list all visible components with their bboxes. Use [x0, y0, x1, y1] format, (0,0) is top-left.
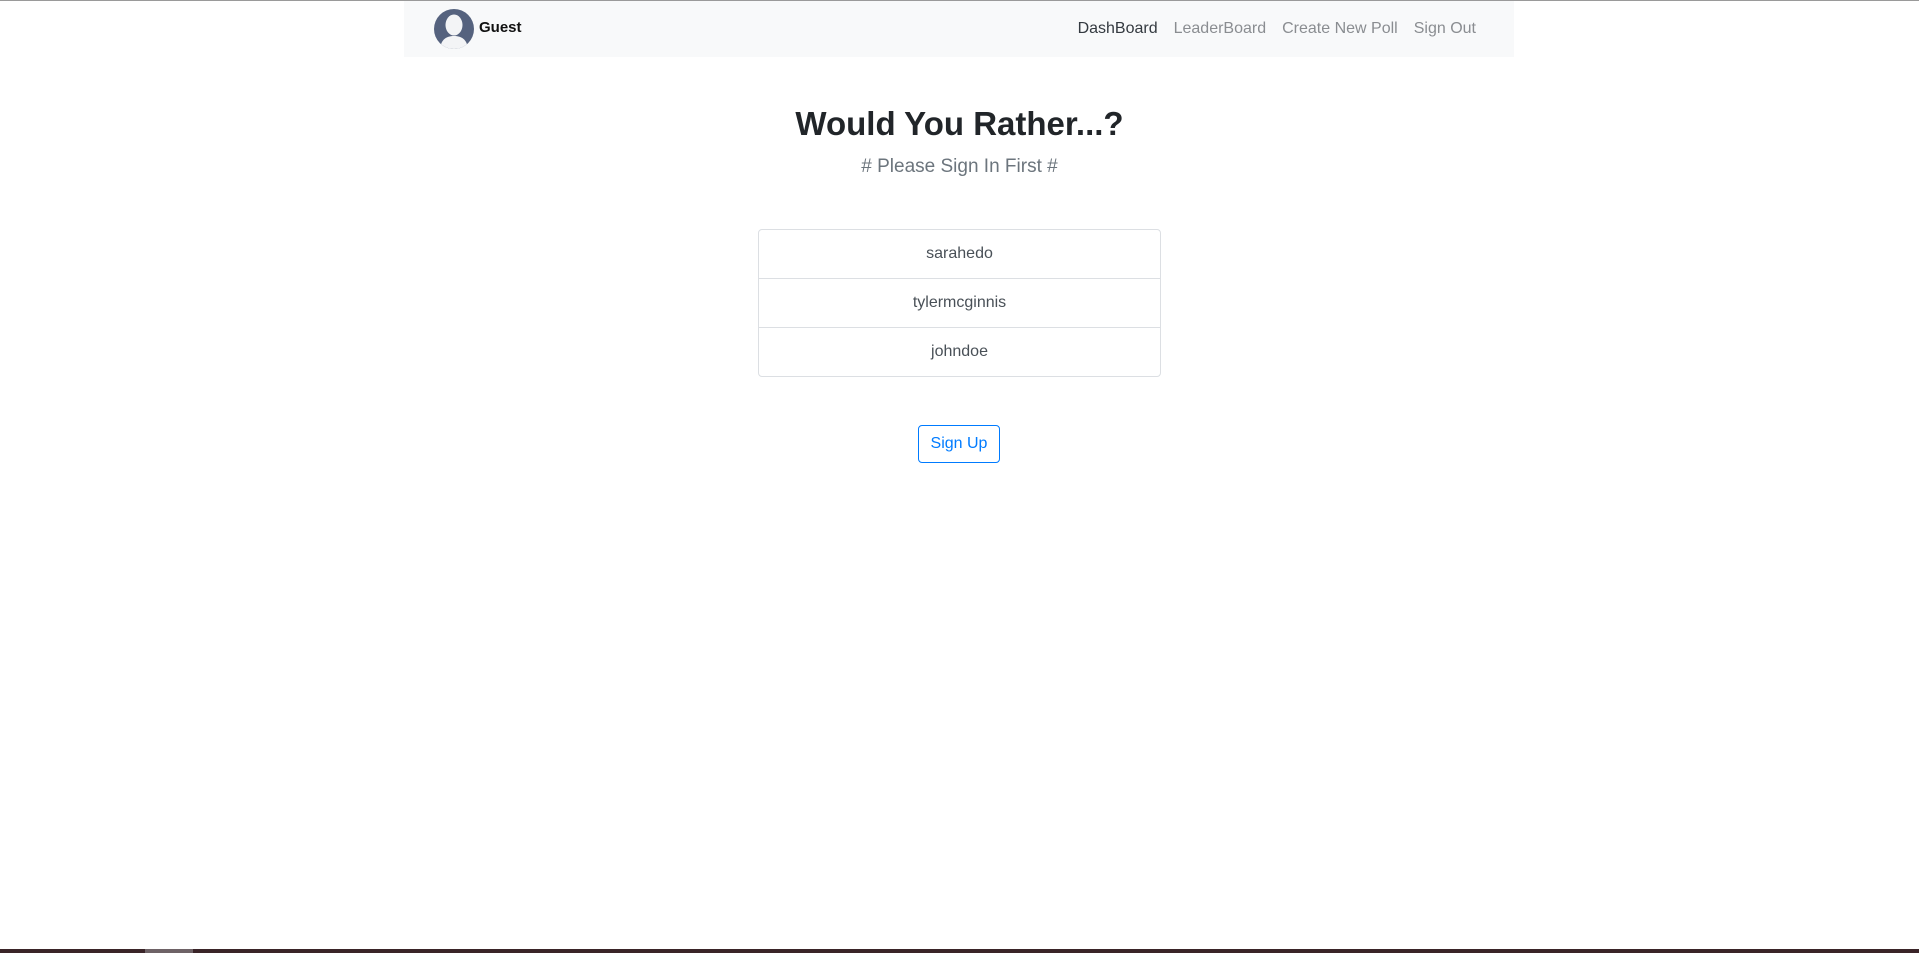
window-bottom-tab: [145, 949, 193, 953]
window-bottom-border: [0, 949, 1919, 953]
user-name: Guest: [479, 18, 522, 36]
avatar-icon: [434, 9, 474, 49]
sign-up-button[interactable]: Sign Up: [918, 425, 1000, 463]
nav-dashboard-link[interactable]: DashBoard: [1078, 20, 1158, 38]
page-title: Would You Rather...?: [795, 105, 1124, 142]
user-list-item[interactable]: sarahedo: [759, 230, 1160, 278]
nav-sign-out-link[interactable]: Sign Out: [1414, 20, 1476, 38]
nav-links: DashBoard LeaderBoard Create New Poll Si…: [1078, 1, 1476, 57]
user-list-item[interactable]: johndoe: [759, 327, 1160, 376]
navbar: Guest DashBoard LeaderBoard Create New P…: [404, 1, 1514, 57]
user-list-item[interactable]: tylermcginnis: [759, 278, 1160, 327]
nav-leaderboard-link[interactable]: LeaderBoard: [1174, 20, 1267, 38]
user-brand[interactable]: Guest: [434, 9, 522, 49]
nav-create-poll-link[interactable]: Create New Poll: [1282, 20, 1398, 38]
page-subtitle: # Please Sign In First #: [861, 156, 1058, 177]
user-list: sarahedo tylermcginnis johndoe: [758, 229, 1161, 377]
